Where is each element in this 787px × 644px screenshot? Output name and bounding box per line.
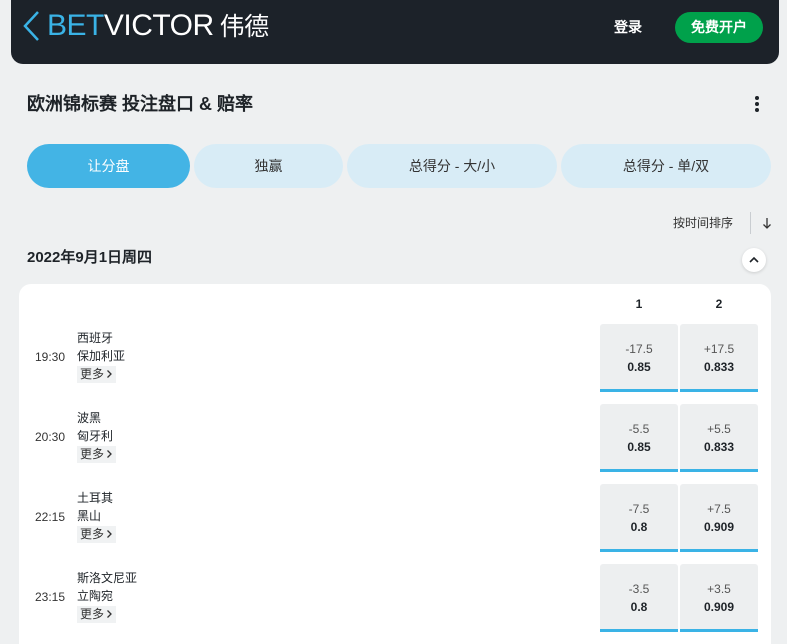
handicap-line: +3.5 bbox=[707, 582, 731, 596]
tab-total-odd-even[interactable]: 总得分 - 单/双 bbox=[561, 144, 771, 188]
brand-chinese: 伟德 bbox=[219, 13, 270, 41]
sort-by-time[interactable]: 按时间排序 bbox=[673, 214, 733, 232]
handicap-line: +5.5 bbox=[707, 422, 731, 436]
odds-price: 0.909 bbox=[703, 600, 735, 614]
handicap-line: -5.5 bbox=[628, 422, 650, 436]
more-markets-link[interactable]: 更多 bbox=[77, 446, 117, 463]
odds-price: 0.8 bbox=[630, 600, 648, 614]
odds-price: 0.85 bbox=[627, 440, 651, 454]
event-row: 20:30 波黑 匈牙利 更多 -5.5 0.85 +5.5 0.833 bbox=[19, 404, 771, 484]
brand-victor: VICTOR bbox=[103, 9, 214, 42]
tab-handicap[interactable]: 让分盘 bbox=[27, 144, 190, 188]
handicap-line: +17.5 bbox=[703, 342, 735, 356]
odds-button-1[interactable]: -5.5 0.85 bbox=[600, 404, 678, 472]
tab-total-over-under[interactable]: 总得分 - 大/小 bbox=[347, 144, 557, 188]
odds-button-2[interactable]: +3.5 0.909 bbox=[680, 564, 758, 632]
brand-logo[interactable]: BETVICTOR 伟德 bbox=[47, 10, 269, 42]
odds-button-1[interactable]: -17.5 0.85 bbox=[600, 324, 678, 392]
away-team[interactable]: 黑山 bbox=[77, 508, 101, 524]
home-team[interactable]: 波黑 bbox=[77, 410, 101, 426]
handicap-line: -3.5 bbox=[628, 582, 650, 596]
home-team[interactable]: 西班牙 bbox=[77, 330, 113, 346]
odds-price: 0.833 bbox=[703, 360, 735, 374]
more-markets-link[interactable]: 更多 bbox=[77, 526, 117, 543]
away-team[interactable]: 保加利亚 bbox=[77, 348, 125, 364]
odds-price: 0.8 bbox=[630, 520, 648, 534]
handicap-line: -17.5 bbox=[625, 342, 653, 356]
chevron-up-icon bbox=[749, 256, 759, 263]
column-header-2: 2 bbox=[715, 297, 723, 311]
top-bar: BETVICTOR 伟德 登录 免费开户 bbox=[11, 0, 779, 64]
odds-button-2[interactable]: +5.5 0.833 bbox=[680, 404, 758, 472]
more-markets-link[interactable]: 更多 bbox=[77, 366, 117, 383]
page-title: 欧洲锦标赛 投注盘口 & 赔率 bbox=[27, 94, 254, 114]
tab-moneyline[interactable]: 独赢 bbox=[194, 144, 343, 188]
chevron-right-icon bbox=[107, 370, 112, 378]
event-row: 22:15 土耳其 黑山 更多 -7.5 0.8 +7.5 0.909 bbox=[19, 484, 771, 564]
handicap-line: +7.5 bbox=[707, 502, 731, 516]
event-time: 19:30 bbox=[35, 350, 66, 364]
more-label: 更多 bbox=[80, 527, 105, 541]
away-team[interactable]: 立陶宛 bbox=[77, 588, 113, 604]
brand-bet: BET bbox=[47, 9, 104, 42]
handicap-line: -7.5 bbox=[628, 502, 650, 516]
column-header-1: 1 bbox=[635, 297, 643, 311]
event-row: 19:30 西班牙 保加利亚 更多 -17.5 0.85 +17.5 0.833 bbox=[19, 324, 771, 404]
signup-button[interactable]: 免费开户 bbox=[675, 12, 763, 43]
more-markets-link[interactable]: 更多 bbox=[77, 606, 117, 623]
chevron-right-icon bbox=[107, 530, 112, 538]
event-time: 22:15 bbox=[35, 510, 66, 524]
odds-button-2[interactable]: +7.5 0.909 bbox=[680, 484, 758, 552]
event-row: 23:15 斯洛文尼亚 立陶宛 更多 -3.5 0.8 +3.5 0.909 bbox=[19, 564, 771, 644]
home-team[interactable]: 斯洛文尼亚 bbox=[77, 570, 137, 586]
event-time: 20:30 bbox=[35, 430, 66, 444]
odds-button-1[interactable]: -7.5 0.8 bbox=[600, 484, 678, 552]
more-label: 更多 bbox=[80, 367, 105, 381]
sort-arrow-down-icon[interactable] bbox=[760, 216, 774, 230]
more-label: 更多 bbox=[80, 607, 105, 621]
collapse-button[interactable] bbox=[742, 248, 766, 272]
chevron-right-icon bbox=[107, 610, 112, 618]
chevron-right-icon bbox=[107, 450, 112, 458]
odds-button-2[interactable]: +17.5 0.833 bbox=[680, 324, 758, 392]
login-button[interactable]: 登录 bbox=[609, 16, 647, 38]
sort-divider bbox=[750, 212, 751, 234]
event-time: 23:15 bbox=[35, 590, 66, 604]
odds-button-1[interactable]: -3.5 0.8 bbox=[600, 564, 678, 632]
home-team[interactable]: 土耳其 bbox=[77, 490, 113, 506]
away-team[interactable]: 匈牙利 bbox=[77, 428, 113, 444]
date-heading: 2022年9月1日周四 bbox=[27, 249, 153, 266]
odds-price: 0.909 bbox=[703, 520, 735, 534]
odds-price: 0.833 bbox=[703, 440, 735, 454]
odds-price: 0.85 bbox=[627, 360, 651, 374]
back-chevron-icon[interactable] bbox=[21, 10, 41, 42]
more-options-icon[interactable] bbox=[748, 94, 766, 114]
more-label: 更多 bbox=[80, 447, 105, 461]
